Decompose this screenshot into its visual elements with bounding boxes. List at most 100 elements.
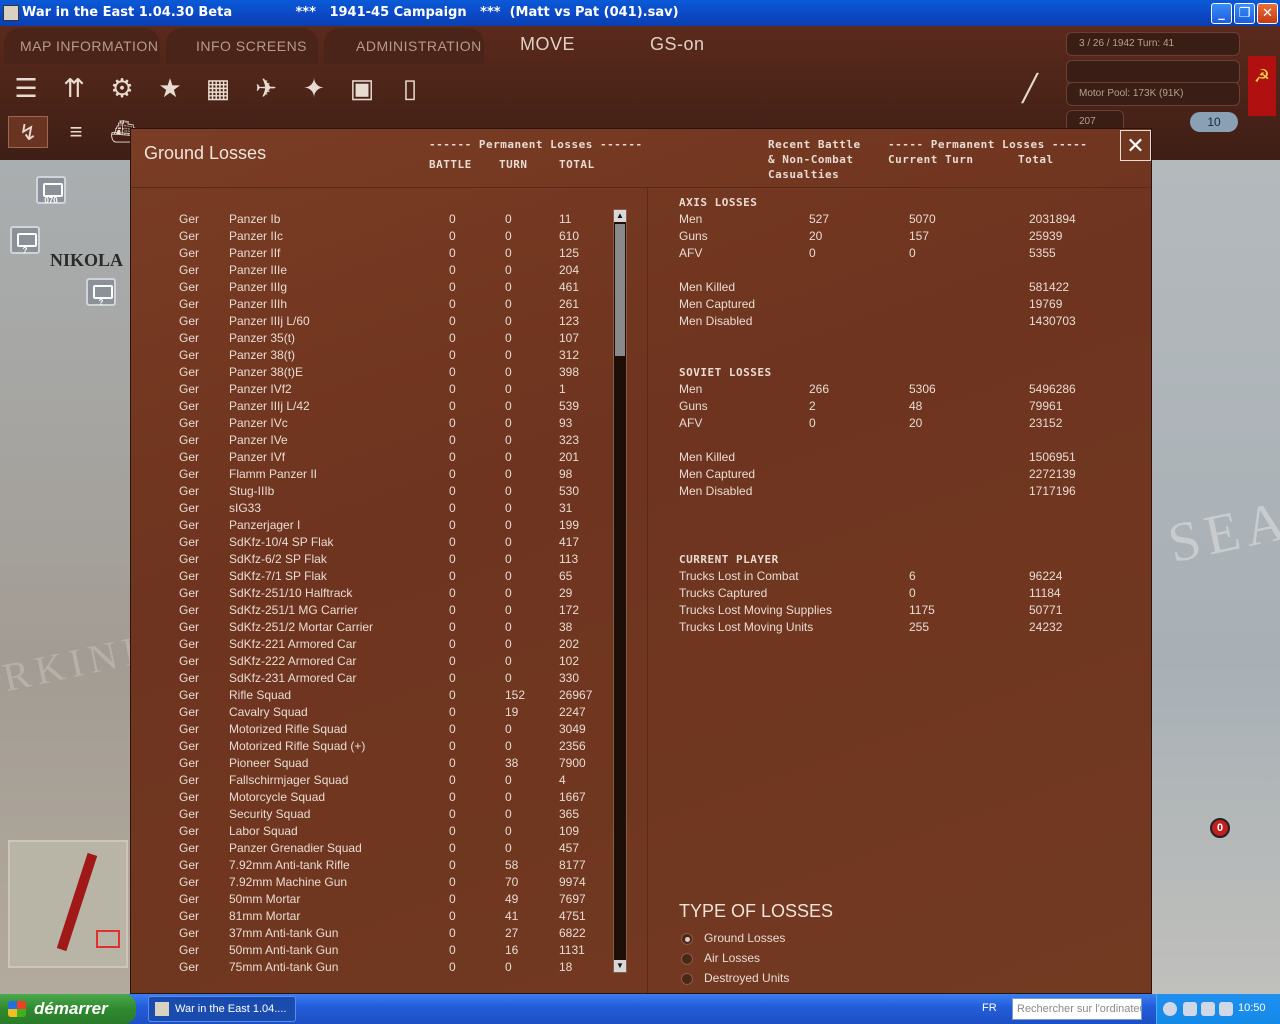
unit-total: 4751 [559,909,586,923]
zoom-indicator[interactable]: 10 [1190,112,1238,132]
terrain-icon[interactable]: ▦ [198,68,238,108]
unit-total: 113 [559,552,579,566]
table-row[interactable]: Ger Fallschirmjager Squad 0 0 4 [131,772,611,789]
radio-ground-losses[interactable] [681,933,693,945]
table-row[interactable]: Ger Panzer IVf 0 0 201 [131,449,611,466]
table-row[interactable]: Ger SdKfz-222 Armored Car 0 0 102 [131,653,611,670]
rail-line-icon[interactable]: ≡ [56,116,96,148]
stack-icon[interactable]: ☰ [6,68,46,108]
unit-turn: 0 [505,518,512,532]
list-scrollbar[interactable]: ▲ ▼ [613,209,627,973]
unit-total: 125 [559,246,580,260]
minimap-viewport[interactable] [96,930,120,948]
volume-icon[interactable] [1219,1002,1233,1016]
table-row[interactable]: Ger Motorized Rifle Squad (+) 0 0 2356 [131,738,611,755]
search-input[interactable]: Rechercher sur l'ordinateur [1012,998,1142,1020]
gear-icon[interactable]: ⚙ [102,68,142,108]
fuel-icon[interactable]: ▣ [342,68,382,108]
taskbar-app-button[interactable]: War in the East 1.04.... [148,996,296,1022]
table-row[interactable]: Ger SdKfz-251/2 Mortar Carrier 0 0 38 [131,619,611,636]
window-title-bar[interactable]: War in the East 1.04.30 Beta *** 1941-45… [0,0,1280,26]
table-row[interactable]: Ger SdKfz-7/1 SP Flak 0 0 65 [131,568,611,585]
table-row[interactable]: Ger Panzer IIIh 0 0 261 [131,296,611,313]
unit-total: 6822 [559,926,586,940]
table-row[interactable]: Ger Stug-IIIb 0 0 530 [131,483,611,500]
table-row[interactable]: Ger Panzer IIIg 0 0 461 [131,279,611,296]
table-row[interactable]: Ger Panzer IVc 0 0 93 [131,415,611,432]
table-row[interactable]: Ger Panzer IVf2 0 0 1 [131,381,611,398]
unit-nation: Ger [179,705,200,719]
table-row[interactable]: Ger Pioneer Squad 0 38 7900 [131,755,611,772]
table-row[interactable]: Ger SdKfz-251/10 Halftrack 0 0 29 [131,585,611,602]
table-row[interactable]: Ger 50mm Mortar 0 49 7697 [131,891,611,908]
table-row[interactable]: Ger Flamm Panzer II 0 0 98 [131,466,611,483]
minimap[interactable] [8,840,128,968]
minimize-button[interactable]: _ [1211,3,1232,24]
menu-gs-on[interactable]: GS-on [650,34,705,72]
rocket-icon[interactable]: ✦ [294,68,334,108]
scroll-down-icon[interactable]: ▼ [614,960,626,972]
table-row[interactable]: Ger Cavalry Squad 0 19 2247 [131,704,611,721]
table-row[interactable]: Ger Panzerjager I 0 0 199 [131,517,611,534]
table-row[interactable]: Ger SdKfz-231 Armored Car 0 0 330 [131,670,611,687]
table-row[interactable]: Ger 7.92mm Anti-tank Rifle 0 58 8177 [131,857,611,874]
map-marker[interactable]: 0 [1210,818,1230,838]
table-row[interactable]: Ger Panzer 38(t) 0 0 312 [131,347,611,364]
table-row[interactable]: Ger Motorcycle Squad 0 0 1667 [131,789,611,806]
table-row[interactable]: Ger 37mm Anti-tank Gun 0 27 6822 [131,925,611,942]
table-row[interactable]: Ger Panzer Ib 0 0 11 [131,211,611,228]
table-row[interactable]: Ger 75mm Anti-tank Gun 0 0 18 [131,959,611,976]
menu-move[interactable]: MOVE [520,34,575,72]
rail-icon[interactable]: ▯ [390,68,430,108]
close-window-button[interactable]: ✕ [1257,3,1278,24]
close-panel-button[interactable]: ✕ [1120,130,1151,161]
table-row[interactable]: Ger 81mm Mortar 0 41 4751 [131,908,611,925]
table-row[interactable]: Ger sIG33 0 0 31 [131,500,611,517]
unit-arrows-icon[interactable]: ⇈ [54,68,94,108]
map-unit-counter[interactable]: ? [10,226,40,255]
table-row[interactable]: Ger Panzer Grenadier Squad 0 0 457 [131,840,611,857]
map-unit-counter[interactable]: ? [86,278,116,307]
table-row[interactable]: Ger SdKfz-6/2 SP Flak 0 0 113 [131,551,611,568]
unit-nation: Ger [179,603,200,617]
table-row[interactable]: Ger Panzer IIIj L/60 0 0 123 [131,313,611,330]
maximize-button[interactable]: ❐ [1234,3,1255,24]
label-air-losses[interactable]: Air Losses [704,951,760,965]
table-row[interactable]: Ger 7.92mm Machine Gun 0 70 9974 [131,874,611,891]
back-arrow-icon[interactable] [1163,1002,1177,1016]
unit-battle: 0 [449,892,456,906]
network-icon[interactable] [1183,1002,1197,1016]
table-row[interactable]: Ger Motorized Rifle Squad 0 0 3049 [131,721,611,738]
table-row[interactable]: Ger SdKfz-221 Armored Car 0 0 202 [131,636,611,653]
radio-air-losses[interactable] [681,953,693,965]
table-row[interactable]: Ger Panzer IIIj L/42 0 0 539 [131,398,611,415]
star-icon[interactable]: ★ [150,68,190,108]
label-ground-losses[interactable]: Ground Losses [704,931,785,945]
table-row[interactable]: Ger Panzer IIf 0 0 125 [131,245,611,262]
table-row[interactable]: Ger Panzer 35(t) 0 0 107 [131,330,611,347]
table-row[interactable]: Ger 50mm Anti-tank Gun 0 16 1131 [131,942,611,959]
table-row[interactable]: Ger Security Squad 0 0 365 [131,806,611,823]
movement-path-icon[interactable]: ↯ [8,116,48,148]
aircraft-icon[interactable]: ✈ [246,68,286,108]
label-destroyed-units[interactable]: Destroyed Units [704,971,789,985]
table-row[interactable]: Ger Panzer IIIe 0 0 204 [131,262,611,279]
table-row[interactable]: Ger SdKfz-10/4 SP Flak 0 0 417 [131,534,611,551]
table-row[interactable]: Ger SdKfz-251/1 MG Carrier 0 0 172 [131,602,611,619]
table-row[interactable]: Ger Panzer IVe 0 0 323 [131,432,611,449]
language-indicator[interactable]: FR [982,1002,997,1014]
unit-total: 9974 [559,875,586,889]
unit-total: 7900 [559,756,586,770]
table-row[interactable]: Ger Rifle Squad 0 152 26967 [131,687,611,704]
map-unit-counter[interactable]: 070 [36,176,66,205]
scroll-thumb[interactable] [615,224,625,356]
start-button[interactable]: démarrer [0,994,136,1024]
table-row[interactable]: Ger Labor Squad 0 0 109 [131,823,611,840]
scroll-up-icon[interactable]: ▲ [614,210,626,222]
pencil-icon[interactable]: ╱ [1010,68,1050,108]
radio-destroyed-units[interactable] [681,973,693,985]
globe-icon[interactable] [1201,1002,1215,1016]
table-row[interactable]: Ger Panzer 38(t)E 0 0 398 [131,364,611,381]
unit-nation: Ger [179,229,200,243]
table-row[interactable]: Ger Panzer IIc 0 0 610 [131,228,611,245]
